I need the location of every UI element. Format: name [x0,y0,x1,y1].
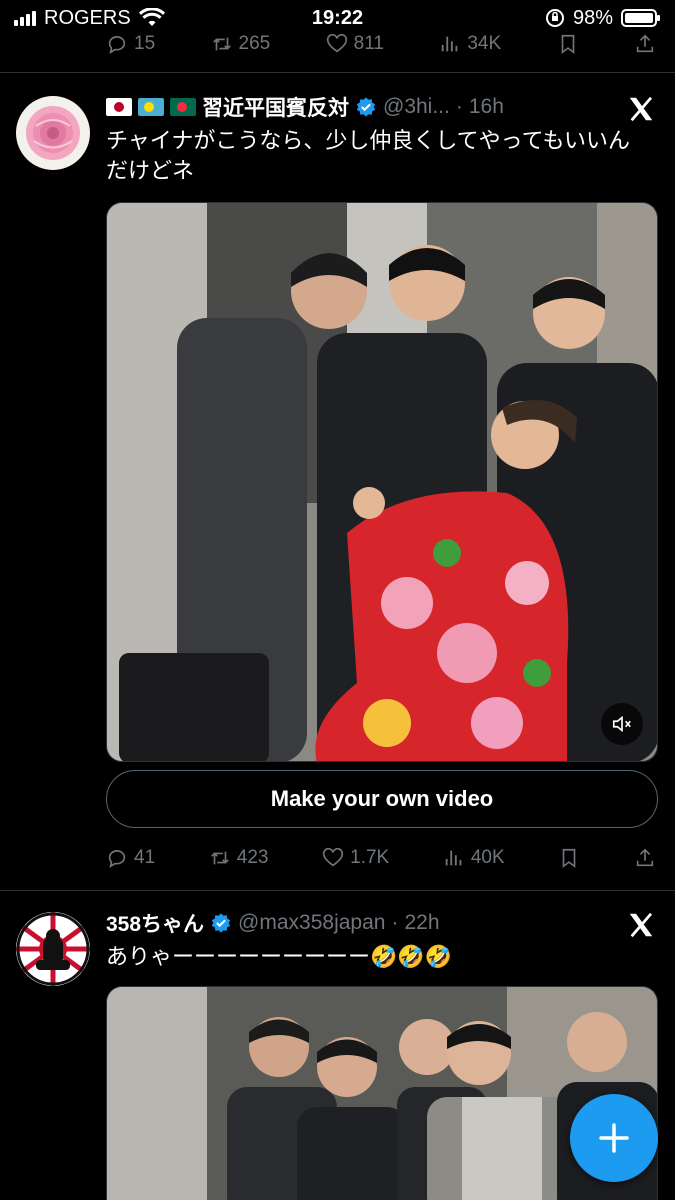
separator: · [455,95,463,118]
views-button[interactable]: 40K [443,847,505,869]
muted-speaker-icon [612,715,631,733]
bookmark-icon [562,848,576,868]
reply-icon [108,36,126,54]
video-frame-image [107,203,657,761]
battery-percent: 98% [572,6,613,29]
reply-icon [108,850,126,868]
repost-icon [210,851,229,865]
repost-count: 423 [236,847,269,868]
repost-count: 265 [238,33,271,54]
display-name[interactable]: 358ちゃん [106,908,204,938]
like-button[interactable]: 811 [326,33,384,55]
plus-icon [599,1123,629,1153]
divider [0,890,675,891]
repost-icon [212,37,231,51]
carrier-label: ROGERS [44,6,131,29]
like-count: 1.7K [350,847,390,868]
handle[interactable]: @3hi... [383,95,450,119]
divider [0,72,675,73]
views-count: 40K [470,847,505,868]
bookmark-icon [561,34,574,54]
tweet-text: ありゃーーーーーーーーー🤣🤣🤣 [106,944,453,969]
heart-icon [323,847,344,867]
handle[interactable]: @max358japan [238,911,385,935]
timeline-screen: ROGERS 19:22 98% 15 265 811 34K 習近平国賓反対 … [0,0,675,1200]
tweet-video[interactable] [106,986,658,1200]
rose-avatar-image [16,96,90,170]
timestamp[interactable]: 22h [404,911,439,935]
reply-count: 15 [134,33,156,54]
palau-flag-icon [138,98,164,116]
verified-badge-icon [211,913,231,933]
views-icon [442,36,458,52]
separator: · [391,911,399,934]
bookmark-button[interactable] [557,33,579,55]
repost-button[interactable]: 265 [211,33,271,55]
battery-icon [621,9,660,27]
wifi-icon [138,8,165,26]
tweet-text: チャイナがこうなら、少し仲良くしてやってもいいんだけどネ [106,128,631,183]
share-button[interactable] [634,847,656,869]
views-button[interactable]: 34K [439,33,501,55]
share-icon [636,848,654,867]
views-icon [445,850,462,866]
tweet-header: 358ちゃん @max358japan · 22h [106,908,606,938]
orientation-lock-icon [545,9,564,27]
mute-button[interactable] [601,703,643,745]
reply-button[interactable]: 41 [106,847,155,869]
timestamp[interactable]: 16h [469,95,504,119]
views-count: 34K [467,33,502,54]
repost-button[interactable]: 423 [209,847,269,869]
make-video-button[interactable]: Make your own video [106,770,658,828]
video-frame-image [107,987,657,1200]
tweet-header: 習近平国賓反対 @3hi... · 16h [106,92,606,122]
clock: 19:22 [311,6,364,29]
share-icon [636,34,654,53]
verified-badge-icon [356,97,376,117]
reply-count: 41 [134,847,156,868]
previous-tweet-actions: 15 265 811 34K [106,30,656,58]
tweet-1-actions: 41 423 1.7K 40K [106,844,656,872]
bookmark-button[interactable] [558,847,580,869]
bangladesh-flag-icon [170,98,196,116]
x-logo-icon[interactable] [626,94,656,124]
compose-button[interactable] [570,1094,658,1182]
japan-flag-icon [106,98,132,116]
cell-signal-icon [14,10,36,26]
heart-icon [326,33,347,53]
display-name[interactable]: 習近平国賓反対 [202,92,349,122]
avatar[interactable] [16,96,90,170]
reply-button[interactable]: 15 [106,33,155,55]
rising-sun-rider-avatar-image [16,912,90,986]
like-button[interactable]: 1.7K [322,847,389,869]
share-button[interactable] [634,33,656,55]
like-count: 811 [353,33,384,54]
tweet-video[interactable] [106,202,658,762]
avatar[interactable] [16,912,90,986]
x-logo-icon[interactable] [626,910,656,940]
